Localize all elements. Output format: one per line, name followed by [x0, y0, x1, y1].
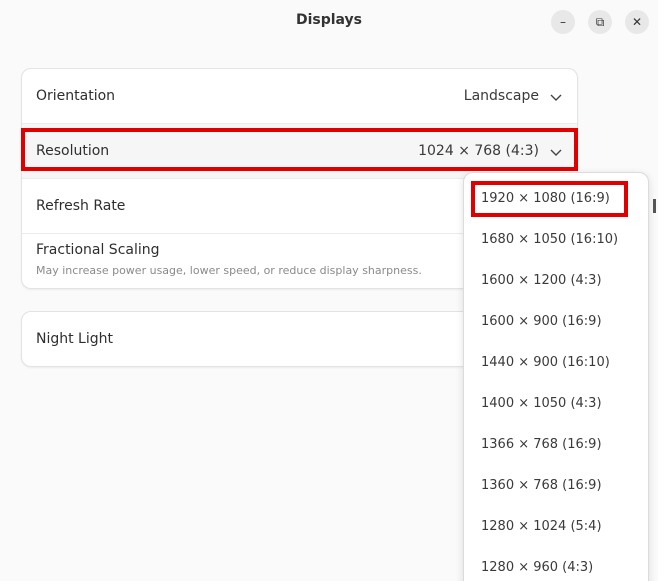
- text-cursor-icon: [653, 199, 656, 213]
- resolution-option[interactable]: 1400 × 1050 (4:3): [481, 396, 602, 411]
- maximize-button[interactable]: ⧉: [588, 10, 612, 34]
- maximize-icon: ⧉: [595, 15, 605, 29]
- resolution-option[interactable]: 1680 × 1050 (16:10): [481, 232, 618, 247]
- close-button[interactable]: ✕: [625, 10, 649, 34]
- resolution-dropdown: 1920 × 1080 (16:9) 1680 × 1050 (16:10) 1…: [463, 172, 649, 581]
- resolution-row[interactable]: Resolution 1024 × 768 (4:3): [22, 124, 577, 179]
- resolution-option[interactable]: 1366 × 768 (16:9): [481, 437, 602, 452]
- orientation-row[interactable]: Orientation Landscape: [22, 69, 577, 124]
- fractional-scaling-label: Fractional Scaling: [36, 242, 160, 258]
- resolution-option[interactable]: 1600 × 1200 (4:3): [481, 273, 602, 288]
- resolution-option[interactable]: 1440 × 900 (16:10): [481, 355, 610, 370]
- resolution-label: Resolution: [36, 143, 110, 159]
- fractional-scaling-description: May increase power usage, lower speed, o…: [36, 264, 422, 277]
- displays-window: Displays – ⧉ ✕ Orientation Landscape Res…: [0, 0, 658, 581]
- night-light-label: Night Light: [36, 331, 113, 347]
- orientation-value: Landscape: [463, 88, 539, 104]
- minimize-button[interactable]: –: [551, 10, 575, 34]
- resolution-option[interactable]: 1600 × 900 (16:9): [481, 314, 602, 329]
- chevron-down-icon: [550, 94, 562, 101]
- minimize-icon: –: [560, 15, 566, 29]
- close-icon: ✕: [631, 15, 643, 29]
- refresh-rate-label: Refresh Rate: [36, 198, 126, 214]
- chevron-down-icon: [550, 149, 562, 156]
- resolution-option[interactable]: 1920 × 1080 (16:9): [481, 191, 610, 206]
- orientation-label: Orientation: [36, 88, 116, 104]
- resolution-value: 1024 × 768 (4:3): [418, 143, 539, 159]
- resolution-option[interactable]: 1280 × 1024 (5:4): [481, 519, 602, 534]
- resolution-option[interactable]: 1360 × 768 (16:9): [481, 478, 602, 493]
- resolution-option[interactable]: 1280 × 960 (4:3): [481, 560, 593, 575]
